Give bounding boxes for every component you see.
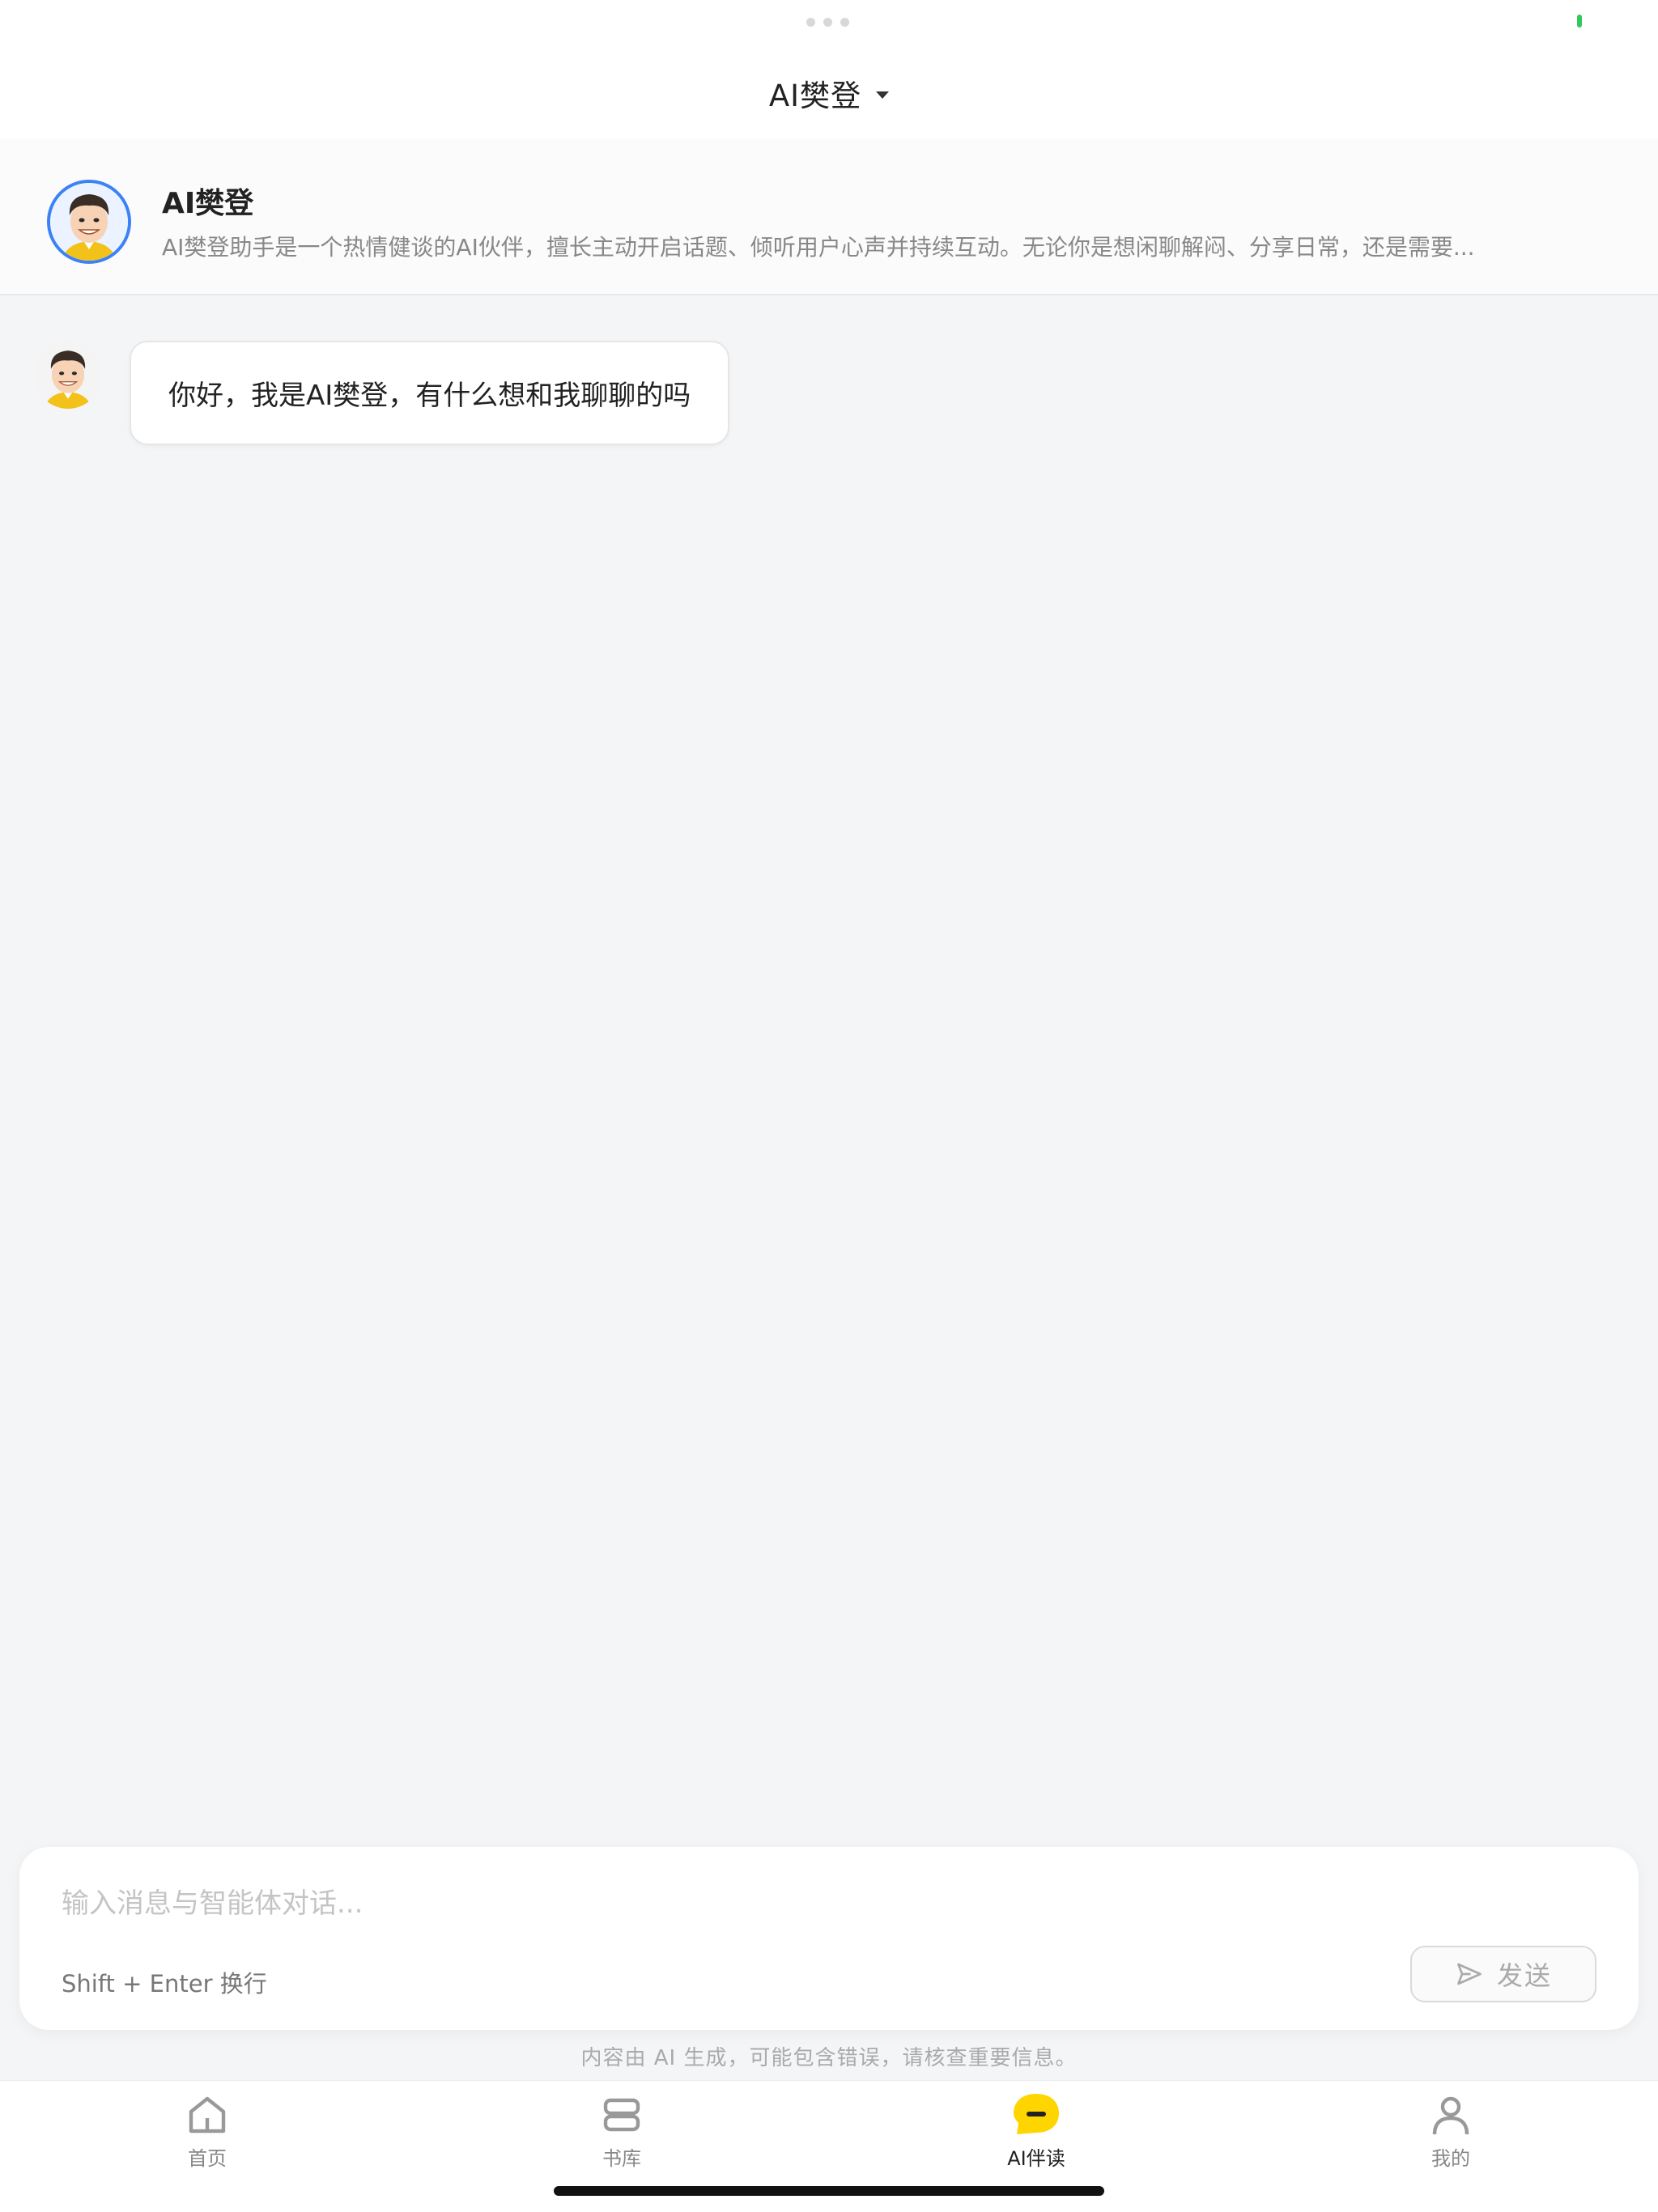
- caret-down-icon: [876, 91, 890, 99]
- tab-label-profile: 我的: [1431, 2147, 1470, 2170]
- message-row: 你好，我是AI樊登，有什么想和我聊聊的吗: [34, 341, 730, 445]
- page-title: AI樊登: [768, 79, 862, 113]
- home-indicator[interactable]: [554, 2186, 1104, 2196]
- cartoon-avatar-icon: [34, 341, 102, 409]
- tab-label-home: 首页: [188, 2147, 227, 2170]
- library-icon: [603, 2098, 640, 2132]
- multitask-dots-icon[interactable]: [806, 18, 849, 27]
- agent-switcher[interactable]: AI樊登: [0, 71, 1658, 115]
- tab-label-ai-reading: AI伴读: [1007, 2147, 1065, 2170]
- tab-ai-reading[interactable]: AI伴读: [955, 2092, 1117, 2181]
- agent-info-card[interactable]: AI樊登 AI樊登助手是一个热情健谈的AI伙伴，擅长主动开启话题、倾听用户心声并…: [0, 139, 1658, 295]
- send-button[interactable]: 发送: [1410, 1946, 1596, 2002]
- chat-area[interactable]: 你好，我是AI樊登，有什么想和我聊聊的吗: [0, 295, 1658, 1841]
- send-icon: [1457, 1963, 1482, 1985]
- newline-hint: Shift + Enter 换行: [62, 1970, 267, 1998]
- agent-name: AI樊登: [162, 187, 254, 220]
- ai-disclaimer: 内容由 AI 生成，可能包含错误，请核查重要信息。: [580, 2046, 1078, 2070]
- agent-description: AI樊登助手是一个热情健谈的AI伙伴，擅长主动开启话题、倾听用户心声并持续互动。…: [162, 234, 1475, 261]
- nav-bar: AI樊登: [0, 49, 1658, 139]
- chat-bubble-icon: [1014, 2094, 1059, 2134]
- send-label: 发送: [1496, 1960, 1552, 1991]
- tab-home[interactable]: 首页: [126, 2092, 288, 2181]
- message-composer: Shift + Enter 换行 发送: [19, 1847, 1639, 2030]
- status-bar: [0, 0, 1658, 49]
- tab-library[interactable]: 书库: [541, 2092, 703, 2181]
- cartoon-avatar-icon: [50, 183, 128, 261]
- assistant-message-bubble: 你好，我是AI樊登，有什么想和我聊聊的吗: [130, 341, 730, 445]
- assistant-avatar: [34, 341, 102, 409]
- message-input[interactable]: [62, 1879, 1438, 1928]
- agent-avatar: [47, 180, 131, 264]
- profile-icon: [1432, 2096, 1469, 2135]
- home-icon: [189, 2096, 226, 2133]
- tab-profile[interactable]: 我的: [1370, 2092, 1532, 2181]
- battery-indicator: [1577, 15, 1582, 28]
- tab-label-library: 书库: [602, 2147, 641, 2170]
